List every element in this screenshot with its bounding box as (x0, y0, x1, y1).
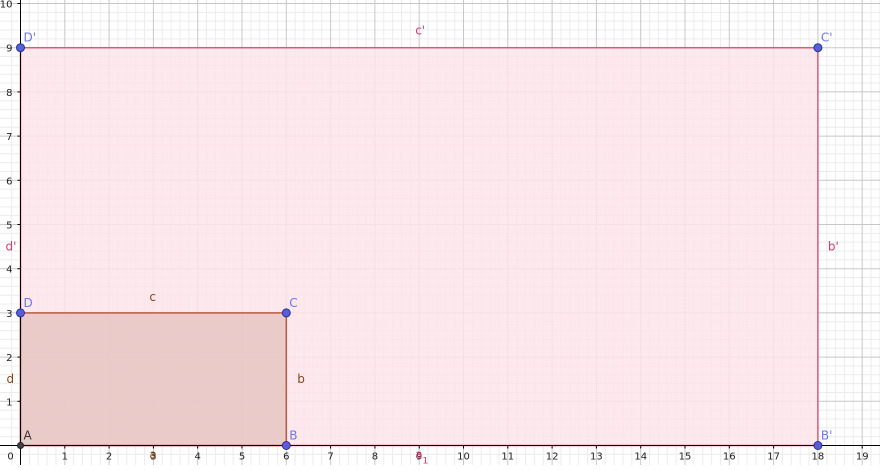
point-label: A (24, 429, 33, 443)
point-label: D (24, 296, 33, 310)
segment-label-d-prime: d' (6, 240, 17, 254)
y-tick-label: 4 (6, 265, 12, 276)
point-marker[interactable] (17, 442, 24, 449)
y-tick-label: 5 (6, 221, 12, 232)
x-tick-label: 19 (856, 452, 869, 463)
point-marker[interactable] (813, 441, 823, 450)
segment-label-b-prime: b' (828, 240, 839, 254)
x-tick-label: 18 (812, 452, 825, 463)
y-tick-label: 7 (6, 132, 12, 143)
point-label: C (289, 296, 297, 310)
x-tick-label: 10 (457, 452, 470, 463)
y-tick-label: 10 (0, 0, 13, 11)
segment-label-a1-subscript: 1 (423, 457, 429, 466)
point-marker[interactable] (16, 43, 25, 53)
x-tick-label: 13 (590, 452, 603, 463)
x-tick-label: 12 (546, 452, 559, 463)
small-rectangle[interactable] (19, 312, 288, 447)
point-label: D' (24, 31, 37, 45)
point-c-prime[interactable]: C' (813, 31, 833, 53)
point-marker[interactable] (813, 43, 823, 53)
y-tick-label: 3 (6, 309, 12, 320)
y-tick-label: 6 (6, 176, 12, 187)
point-marker[interactable] (281, 441, 291, 450)
point-marker[interactable] (281, 308, 291, 318)
x-tick-label: 14 (634, 452, 647, 463)
x-tick-label: 11 (501, 452, 514, 463)
y-tick-label: 1 (6, 397, 12, 408)
segment-label-d: d (7, 372, 15, 386)
x-tick-label: 0 (7, 452, 13, 463)
x-tick-label: 5 (239, 452, 245, 463)
x-tick-label: 8 (372, 452, 378, 463)
segment-label-c-prime: c' (415, 24, 425, 38)
x-tick-label: 7 (327, 452, 333, 463)
y-axis-tick-labels: 1 2 3 4 5 6 7 8 9 10 (0, 0, 21, 408)
y-tick-label: 8 (6, 88, 12, 99)
point-label: B (289, 429, 297, 443)
segment-label-c: c (149, 290, 156, 304)
segment-label-b: b (297, 372, 305, 386)
y-tick-label: 2 (6, 353, 12, 364)
y-tick-label: 9 (6, 44, 12, 55)
x-tick-label: 6 (283, 452, 289, 463)
point-label: C' (821, 31, 833, 45)
graphics-view[interactable]: 0 1 2 3 4 5 6 7 8 9 10 11 12 13 14 15 16 17 18 19 123456789… (0, 0, 880, 467)
point-marker[interactable] (16, 308, 25, 318)
x-tick-label: 16 (723, 452, 736, 463)
x-tick-label: 4 (195, 452, 201, 463)
segment-label-a: a (149, 448, 156, 462)
x-tick-label: 17 (767, 452, 780, 463)
geometry-canvas[interactable]: 0 1 2 3 4 5 6 7 8 9 10 11 12 13 14 15 16 17 18 19 123456789… (0, 0, 880, 467)
x-tick-label: 2 (106, 452, 112, 463)
x-tick-label: 1 (62, 452, 68, 463)
x-tick-label: 15 (679, 452, 692, 463)
segment-label-a1-base: a (415, 448, 422, 462)
point-label: B' (821, 429, 833, 443)
